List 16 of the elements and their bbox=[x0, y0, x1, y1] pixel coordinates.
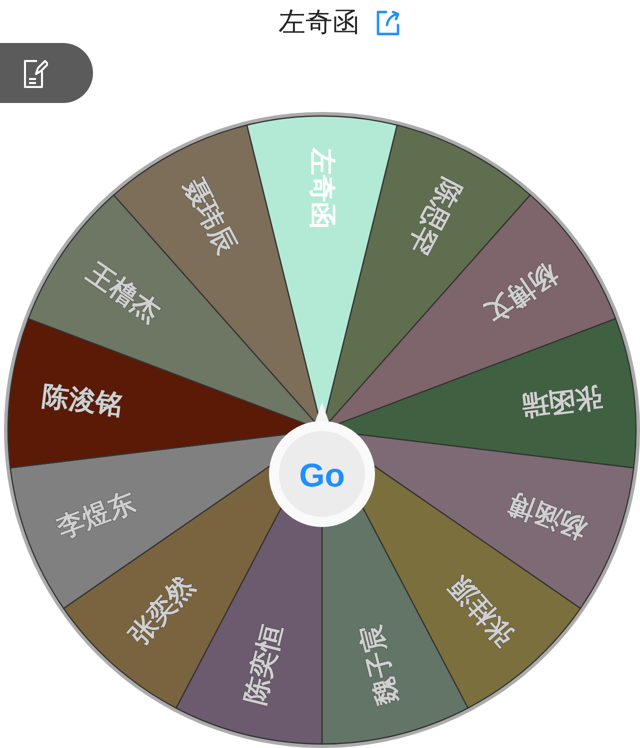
segment-label: 魏子宸 bbox=[355, 621, 405, 708]
segment-label: 杨涵博 bbox=[504, 486, 592, 544]
segment-label: 李煜东 bbox=[52, 486, 140, 544]
segment-label: 张桂源 bbox=[444, 570, 521, 652]
segment-label: 陈浚铭 bbox=[40, 380, 124, 422]
segment-label: 张函瑞 bbox=[520, 380, 604, 422]
segment-label: 王橹杰 bbox=[81, 257, 166, 329]
segment-label: 左奇函 bbox=[306, 148, 338, 229]
page-title: 左奇函 bbox=[278, 9, 360, 36]
segment-label: 陈思罕 bbox=[402, 173, 467, 260]
segment-label: 张奕然 bbox=[123, 570, 200, 652]
segment-label: 陈奕恒 bbox=[239, 621, 289, 708]
edit-list-button[interactable] bbox=[0, 43, 93, 103]
note-edit-icon bbox=[22, 57, 48, 89]
segment-label: 杨博文 bbox=[478, 257, 563, 329]
segment-label: 聂玮辰 bbox=[177, 173, 242, 260]
